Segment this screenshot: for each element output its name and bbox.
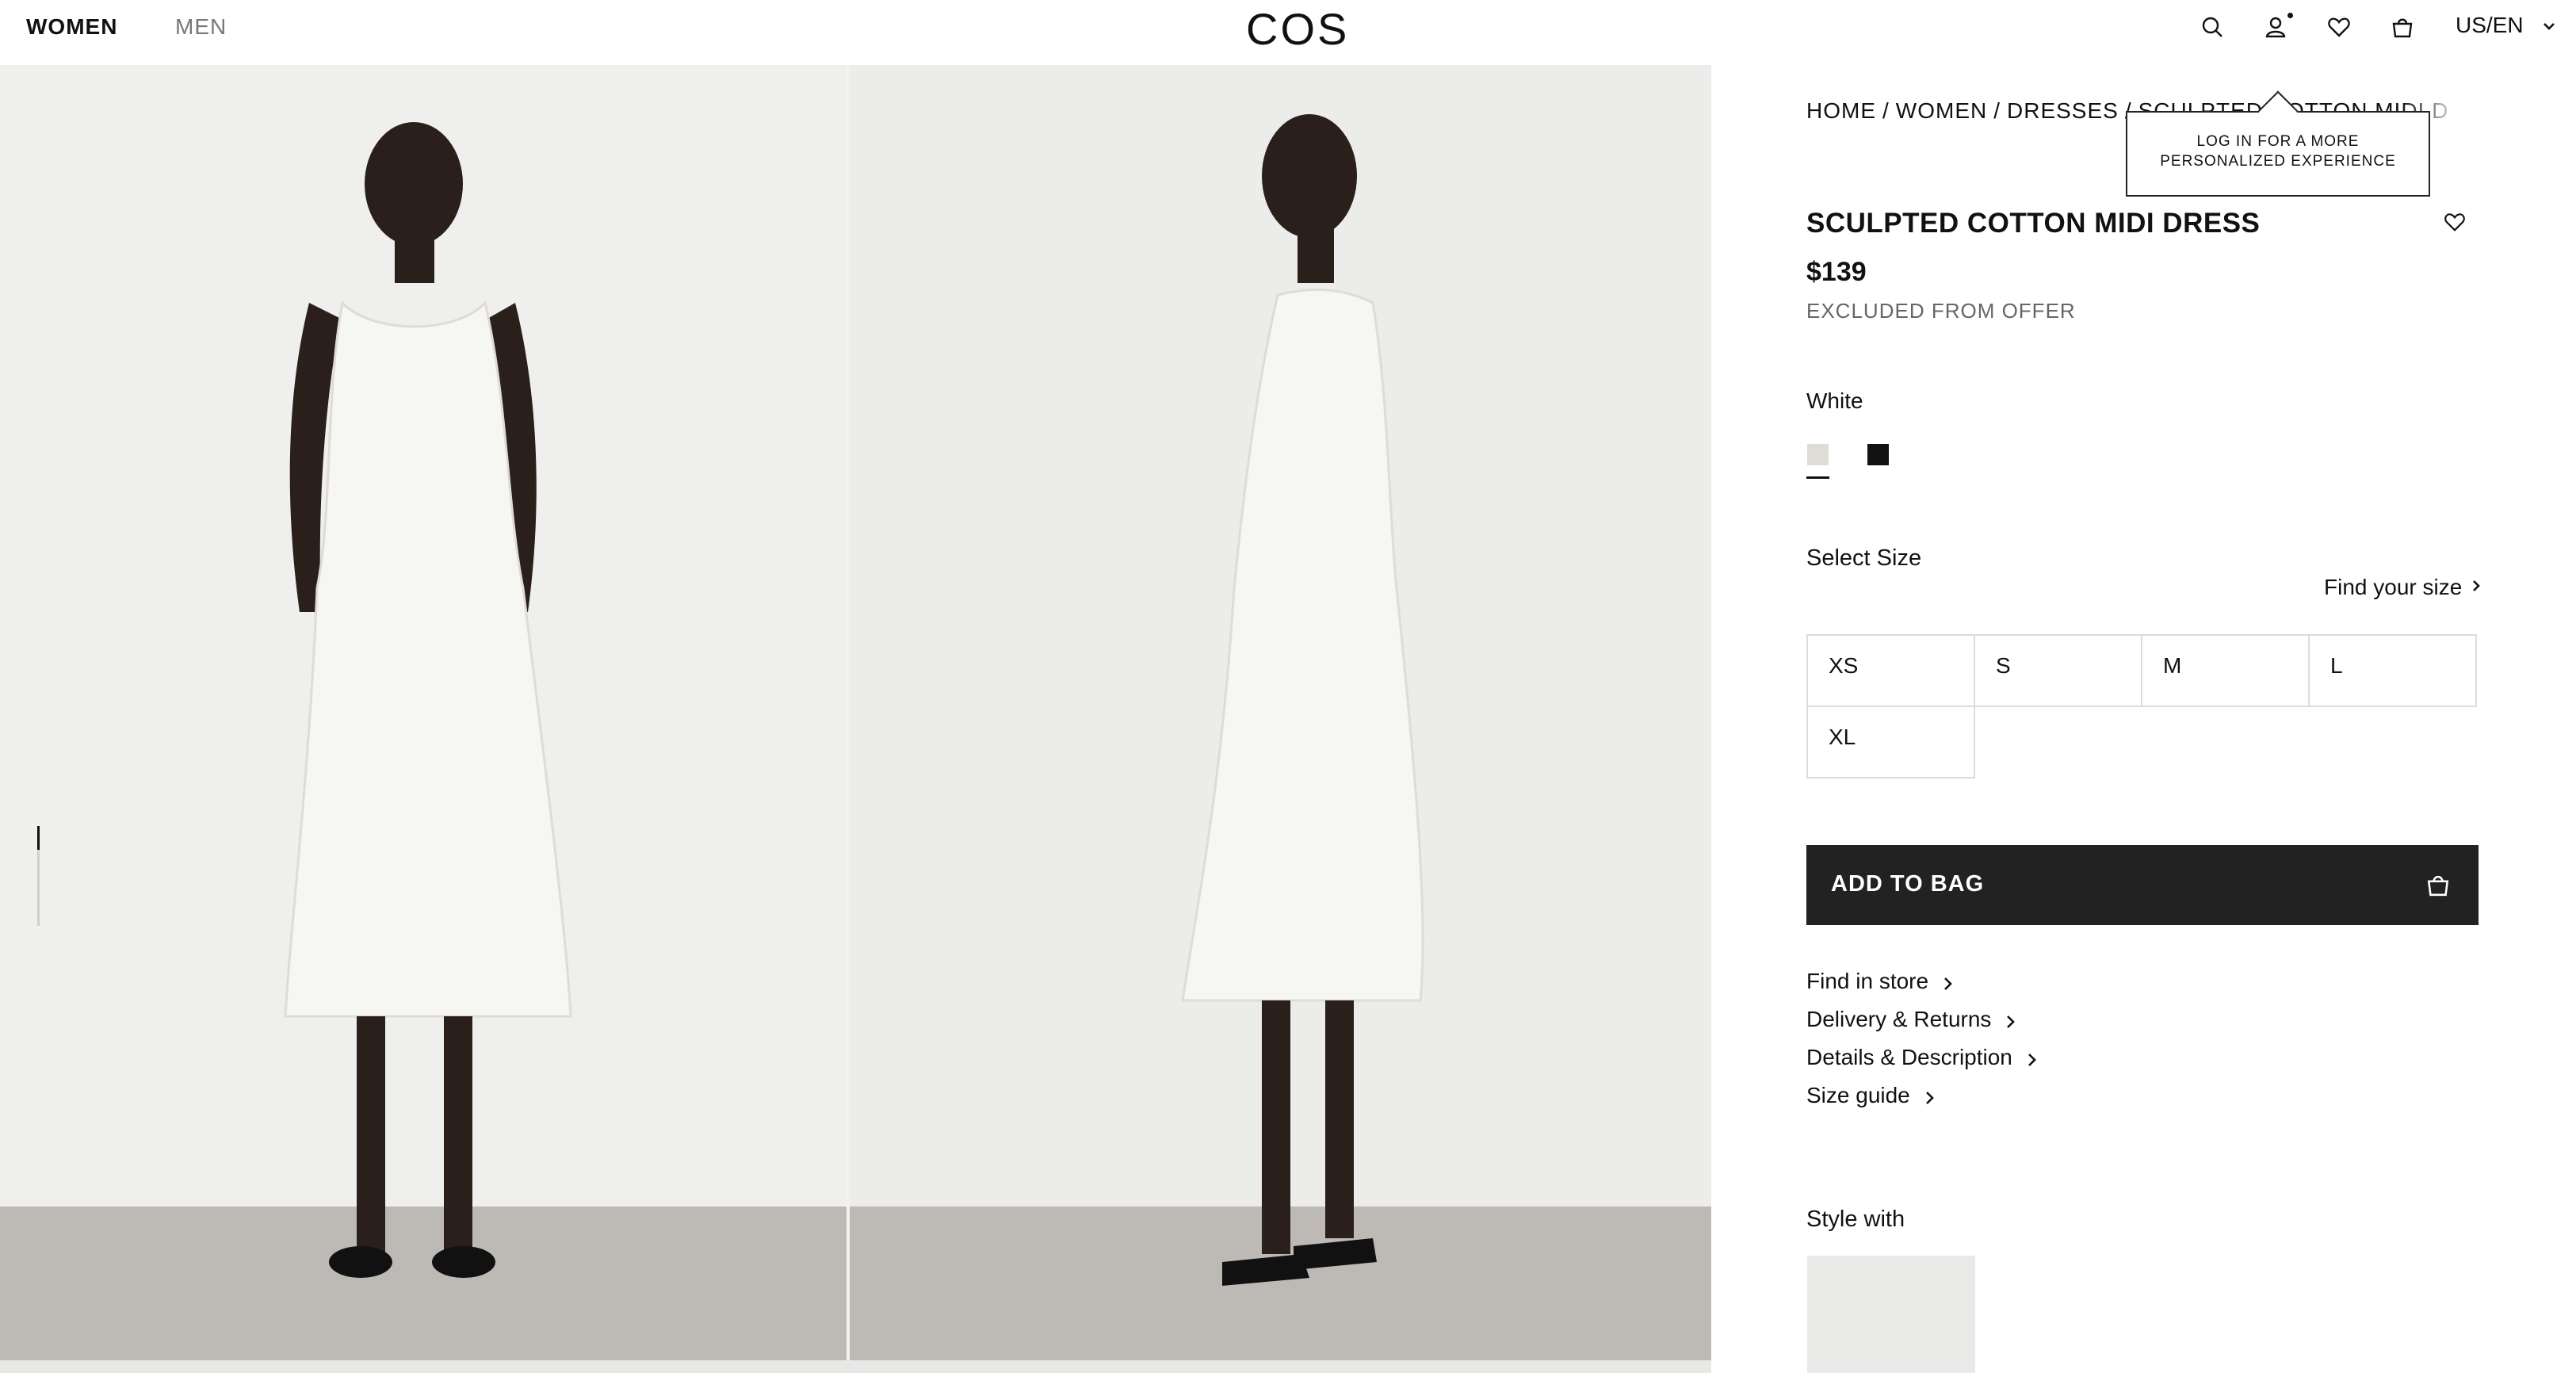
offer-note: EXCLUDED FROM OFFER: [1806, 299, 2076, 323]
bag-icon: [2425, 872, 2452, 899]
size-option-m[interactable]: M: [2141, 634, 2310, 707]
chevron-down-icon[interactable]: [2540, 17, 2558, 35]
color-swatch-black[interactable]: [1867, 444, 1889, 465]
size-option-s[interactable]: S: [1974, 634, 2142, 707]
login-tooltip[interactable]: LOG IN FOR A MORE PERSONALIZED EXPERIENC…: [2126, 90, 2430, 197]
locale-selector[interactable]: US/EN: [2456, 13, 2524, 38]
details-description-link[interactable]: Details & Description: [1806, 1045, 2039, 1070]
gallery-scroll-thumb[interactable]: [37, 826, 40, 850]
find-in-store-label: Find in store: [1806, 969, 1929, 993]
chevron-right-icon: [1923, 1087, 1937, 1104]
product-info-panel: HOME/WOMEN/DRESSES/SCULPTED COTTON MIDI …: [1711, 65, 2576, 1373]
nav-women[interactable]: WOMEN: [26, 14, 117, 40]
chevron-right-icon[interactable]: [2468, 578, 2486, 595]
size-guide-link[interactable]: Size guide: [1806, 1083, 1937, 1108]
size-option-l[interactable]: L: [2308, 634, 2477, 707]
front-view-photo[interactable]: [0, 65, 847, 1360]
chevron-right-icon: [2004, 1011, 2018, 1028]
gallery-next-image-edge: [0, 1360, 1711, 1373]
account-icon[interactable]: [2261, 13, 2290, 41]
search-icon[interactable]: [2198, 13, 2226, 41]
find-in-store-link[interactable]: Find in store: [1806, 969, 1955, 994]
nav-men[interactable]: MEN: [175, 14, 227, 40]
chevron-right-icon: [2025, 1049, 2039, 1066]
heart-icon[interactable]: [2444, 211, 2467, 235]
gallery-scroll-indicator[interactable]: [37, 826, 40, 926]
notification-dot: [2287, 13, 2293, 18]
tooltip-arrow: [2257, 90, 2299, 132]
color-swatch-white[interactable]: [1807, 444, 1829, 465]
add-to-bag-label: ADD TO BAG: [1831, 871, 1985, 897]
size-guide-label: Size guide: [1806, 1083, 1910, 1107]
select-size-label: Select Size: [1806, 545, 1922, 571]
tooltip-text: LOG IN FOR A MORE PERSONALIZED EXPERIENC…: [2160, 133, 2396, 170]
bag-icon[interactable]: [2388, 13, 2417, 41]
product-gallery[interactable]: [0, 65, 1711, 1373]
selected-swatch-indicator: [1806, 476, 1829, 479]
product-title: SCULPTED COTTON MIDI DRESS: [1806, 208, 2261, 239]
breadcrumb-home[interactable]: HOME: [1806, 98, 1876, 123]
breadcrumb-dresses[interactable]: DRESSES: [2007, 98, 2119, 123]
delivery-returns-link[interactable]: Delivery & Returns: [1806, 1007, 2018, 1032]
product-price: $139: [1806, 257, 1867, 287]
chevron-right-icon: [1941, 973, 1955, 990]
cos-logo[interactable]: COS: [1246, 3, 1349, 55]
details-description-label: Details & Description: [1806, 1045, 2012, 1069]
heart-icon[interactable]: [2325, 13, 2353, 41]
size-option-xs[interactable]: XS: [1806, 634, 1975, 707]
selected-color-label: White: [1806, 388, 1863, 413]
size-option-xl[interactable]: XL: [1806, 706, 1975, 778]
add-to-bag-button[interactable]: ADD TO BAG: [1806, 845, 2479, 925]
delivery-returns-label: Delivery & Returns: [1806, 1007, 1992, 1031]
style-with-product-thumbnail[interactable]: [1807, 1256, 1975, 1373]
site-header: WOMEN MEN COS US/EN: [0, 0, 2576, 65]
breadcrumb-women[interactable]: WOMEN: [1896, 98, 1987, 123]
style-with-heading: Style with: [1806, 1207, 1905, 1232]
side-view-photo[interactable]: [850, 65, 1711, 1360]
find-your-size-link[interactable]: Find your size: [2324, 575, 2462, 600]
